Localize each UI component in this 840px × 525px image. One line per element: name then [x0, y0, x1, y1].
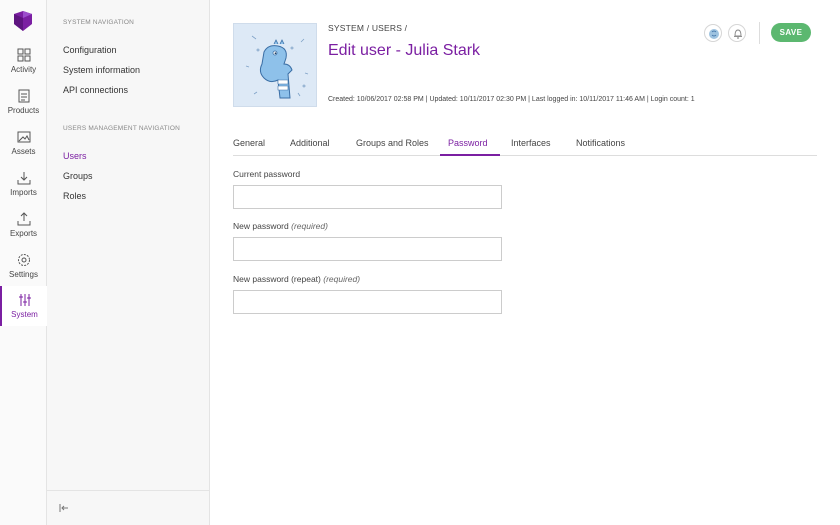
rail-item-label: Products [7, 106, 40, 115]
repeat-password-label-text: New password (repeat) [233, 274, 321, 284]
activity-icon [17, 48, 30, 62]
settings-icon [17, 254, 30, 266]
active-tab-indicator [440, 154, 500, 156]
akeneo-logo-icon[interactable] [12, 10, 34, 32]
imports-icon [17, 172, 30, 185]
tab-password[interactable]: Password [448, 138, 488, 148]
new-password-input[interactable] [233, 237, 502, 261]
notifications-button[interactable] [728, 24, 746, 42]
exports-icon [17, 212, 30, 226]
rail-item-label: System [11, 310, 38, 319]
help-button[interactable] [704, 24, 722, 42]
system-subnav: SYSTEM NAVIGATION Configuration System i… [47, 0, 210, 525]
current-password-label: Current password [233, 169, 300, 179]
rail-item-label: Imports [10, 188, 37, 197]
current-password-input[interactable] [233, 185, 502, 209]
page-title: Edit user - Julia Stark [328, 42, 481, 59]
new-password-required-hint: (required) [291, 221, 328, 231]
tab-notifications[interactable]: Notifications [576, 138, 625, 148]
rail-item-exports[interactable]: Exports [0, 212, 47, 252]
dinosaur-illustration-icon [245, 35, 309, 99]
breadcrumb[interactable]: SYSTEM / USERS / [328, 23, 407, 33]
brain-help-icon [709, 29, 719, 39]
tab-interfaces[interactable]: Interfaces [511, 138, 551, 148]
current-password-label-text: Current password [233, 169, 301, 179]
save-button[interactable]: SAVE [771, 23, 811, 42]
main-sidebar: Activity Products Assets Imports Exports… [0, 0, 47, 525]
user-edit-tabs: General Additional Groups and Roles Pass… [233, 132, 817, 156]
rail-item-label: Assets [11, 147, 36, 156]
assets-icon [17, 131, 30, 143]
new-password-label: New password (required) [233, 221, 328, 231]
rail-item-label: Activity [10, 65, 37, 74]
bell-icon [734, 29, 742, 39]
repeat-password-label: New password (repeat) (required) [233, 274, 360, 284]
system-nav-heading: SYSTEM NAVIGATION [63, 19, 135, 26]
rail-item-imports[interactable]: Imports [0, 171, 47, 211]
system-icon [18, 294, 31, 306]
rail-item-activity[interactable]: Activity [0, 48, 47, 88]
rail-item-label: Settings [9, 270, 38, 279]
rail-item-assets[interactable]: Assets [0, 130, 47, 170]
subnav-footer [47, 490, 210, 525]
nav-link-roles[interactable]: Roles [63, 191, 86, 201]
repeat-password-input[interactable] [233, 290, 502, 314]
nav-link-groups[interactable]: Groups [63, 171, 93, 181]
tab-additional[interactable]: Additional [290, 138, 330, 148]
rail-item-products[interactable]: Products [0, 89, 47, 129]
tab-general[interactable]: General [233, 138, 265, 148]
new-password-label-text: New password [233, 221, 289, 231]
repeat-password-required-hint: (required) [323, 274, 361, 284]
nav-link-users[interactable]: Users [63, 151, 87, 161]
nav-link-system-information[interactable]: System information [63, 65, 140, 75]
tab-groups-and-roles[interactable]: Groups and Roles [356, 138, 429, 148]
nav-link-api-connections[interactable]: API connections [63, 85, 128, 95]
nav-link-configuration[interactable]: Configuration [63, 45, 117, 55]
user-meta-info: Created: 10/06/2017 02:58 PM | Updated: … [328, 96, 695, 103]
main-content: SYSTEM / USERS / Edit user - Julia Stark… [210, 0, 840, 525]
rail-item-label: Exports [9, 229, 38, 238]
rail-item-system[interactable]: System [0, 286, 47, 326]
user-avatar[interactable] [233, 23, 317, 107]
collapse-sidebar-icon[interactable] [59, 503, 69, 513]
users-nav-heading: USERS MANAGEMENT NAVIGATION [63, 125, 180, 132]
header-divider [759, 22, 760, 44]
products-icon [18, 89, 29, 103]
